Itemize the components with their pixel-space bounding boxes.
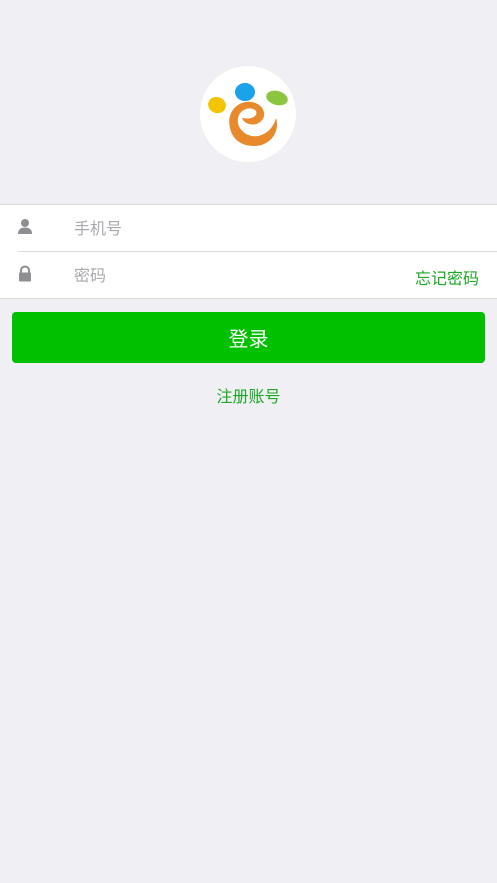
register-account-link[interactable]: 注册账号	[0, 383, 497, 407]
user-icon	[17, 218, 33, 236]
phone-input[interactable]	[74, 213, 374, 243]
leaf-e-logo-icon	[208, 83, 288, 146]
login-form: 忘记密码	[0, 204, 497, 299]
app-logo	[200, 66, 296, 162]
lock-icon	[17, 265, 33, 283]
phone-row	[0, 205, 497, 252]
login-button[interactable]: 登录	[12, 312, 485, 363]
password-row: 忘记密码	[0, 252, 497, 298]
forgot-password-link[interactable]: 忘记密码	[415, 265, 479, 289]
password-input[interactable]	[74, 260, 374, 290]
